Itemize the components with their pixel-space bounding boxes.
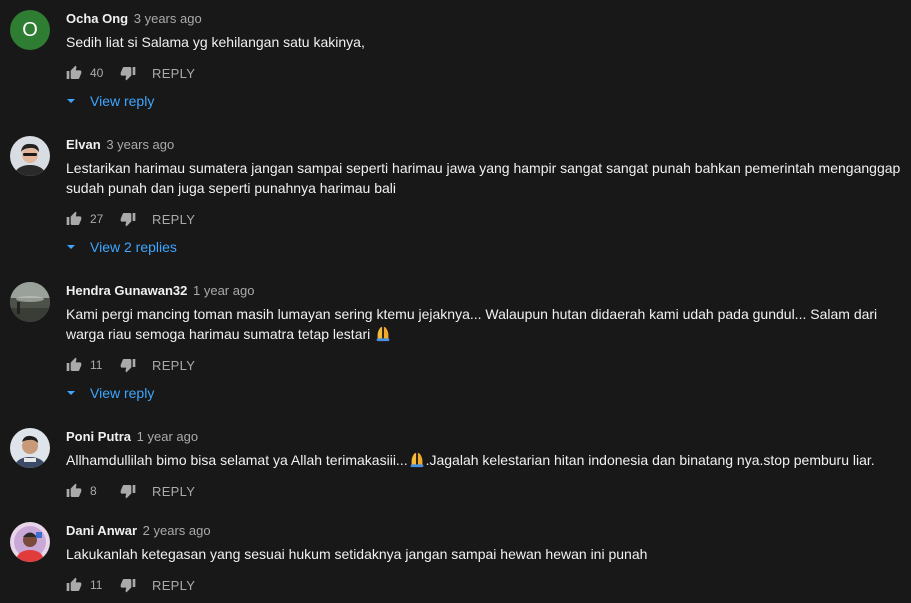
like-button[interactable]: [66, 211, 82, 227]
timestamp[interactable]: 1 year ago: [137, 429, 198, 444]
like-count: 8: [90, 484, 97, 498]
reply-button[interactable]: REPLY: [152, 578, 195, 593]
reply-button[interactable]: REPLY: [152, 212, 195, 227]
folded-hands-emoji: [408, 450, 426, 473]
comment-header: Dani Anwar 2 years ago: [66, 522, 211, 540]
comment-header: Hendra Gunawan32 1 year ago: [66, 282, 254, 300]
dislike-button[interactable]: [120, 483, 136, 499]
comment-text-part: .Jagalah kelestarian hitan indonesia dan…: [425, 452, 875, 468]
caret-down-icon: [66, 388, 76, 398]
thumbs-down-icon: [120, 359, 136, 373]
like-count: 11: [90, 358, 103, 372]
like-button[interactable]: [66, 483, 82, 499]
view-replies-label: View 2 replies: [90, 239, 177, 255]
comment-header: Ocha Ong 3 years ago: [66, 10, 202, 28]
thumbs-down-icon: [120, 213, 136, 227]
thumbs-down-icon: [120, 67, 136, 81]
like-button[interactable]: [66, 577, 82, 593]
comment-text: Sedih liat si Salama yg kehilangan satu …: [66, 34, 365, 50]
author-name[interactable]: Dani Anwar: [66, 523, 137, 538]
like-count: 11: [90, 578, 103, 592]
view-replies-label: View reply: [90, 93, 155, 109]
avatar[interactable]: O: [10, 10, 50, 50]
author-name[interactable]: Hendra Gunawan32: [66, 283, 187, 298]
comment-text: Lakukanlah ketegasan yang sesuai hukum s…: [66, 546, 648, 562]
comment-actions: 8 REPLY: [66, 481, 195, 501]
comment-text-part: Allhamdullilah bimo bisa selamat ya Alla…: [66, 452, 408, 468]
thumbs-down-icon: [120, 485, 136, 499]
folded-hands-emoji: [374, 324, 392, 347]
avatar[interactable]: [10, 522, 50, 562]
view-replies-button[interactable]: View reply: [66, 91, 154, 111]
like-count: 27: [90, 212, 104, 226]
comment-text-content: Kami pergi mancing toman masih lumayan s…: [66, 306, 878, 342]
avatar[interactable]: [10, 428, 50, 468]
author-name[interactable]: Elvan: [66, 137, 101, 152]
dislike-button[interactable]: [120, 65, 136, 81]
comment-actions: 40 REPLY: [66, 63, 195, 83]
author-name[interactable]: Poni Putra: [66, 429, 131, 444]
thumbs-up-icon: [66, 577, 82, 591]
comment-actions: 11 REPLY: [66, 575, 195, 595]
comment-header: Poni Putra 1 year ago: [66, 428, 198, 446]
comment-actions: 27 REPLY: [66, 209, 195, 229]
caret-down-icon: [66, 242, 76, 252]
view-replies-label: View reply: [90, 385, 155, 401]
thumbs-up-icon: [66, 357, 82, 371]
author-name[interactable]: Ocha Ong: [66, 11, 128, 26]
thumbs-up-icon: [66, 483, 82, 497]
like-count: 40: [90, 66, 104, 80]
like-button[interactable]: [66, 357, 82, 373]
comment-header: Elvan 3 years ago: [66, 136, 174, 154]
view-replies-button[interactable]: View reply: [66, 383, 154, 403]
avatar-image: [10, 282, 50, 322]
caret-down-icon: [66, 96, 76, 106]
avatar-image: [10, 428, 50, 468]
avatar[interactable]: [10, 282, 50, 322]
timestamp[interactable]: 1 year ago: [193, 283, 254, 298]
view-replies-button[interactable]: View 2 replies: [66, 237, 177, 257]
thumbs-up-icon: [66, 65, 82, 79]
comment-text: Allhamdullilah bimo bisa selamat ya Alla…: [66, 450, 901, 473]
reply-button[interactable]: REPLY: [152, 358, 195, 373]
avatar[interactable]: [10, 136, 50, 176]
dislike-button[interactable]: [120, 577, 136, 593]
comment-actions: 11 REPLY: [66, 355, 195, 375]
timestamp[interactable]: 3 years ago: [134, 11, 202, 26]
reply-button[interactable]: REPLY: [152, 66, 195, 81]
thumbs-down-icon: [120, 579, 136, 593]
dislike-button[interactable]: [120, 211, 136, 227]
like-button[interactable]: [66, 65, 82, 81]
comment-text: Kami pergi mancing toman masih lumayan s…: [66, 304, 901, 347]
comment-text: Lestarikan harimau sumatera jangan sampa…: [66, 160, 901, 196]
dislike-button[interactable]: [120, 357, 136, 373]
avatar-image: [10, 522, 50, 562]
avatar-image: [10, 136, 50, 176]
thumbs-up-icon: [66, 211, 82, 225]
timestamp[interactable]: 2 years ago: [143, 523, 211, 538]
reply-button[interactable]: REPLY: [152, 484, 195, 499]
timestamp[interactable]: 3 years ago: [106, 137, 174, 152]
